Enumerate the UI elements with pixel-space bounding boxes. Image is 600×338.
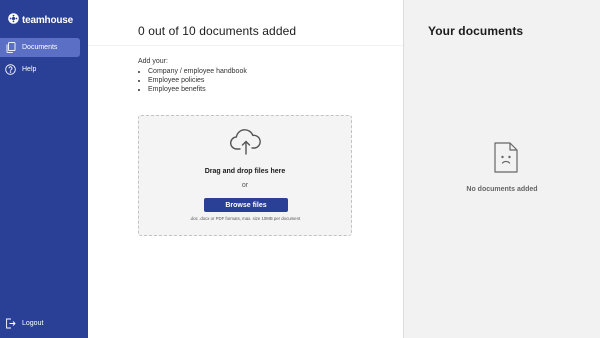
page-title: 0 out of 10 documents added [138, 24, 297, 38]
list-item: Employee benefits [148, 85, 247, 94]
documents-icon [5, 42, 16, 53]
logout-label: Logout [22, 320, 44, 327]
list-item: Employee policies [148, 76, 247, 85]
list-item: Company / employee handbook [148, 67, 247, 76]
sidebar-item-help[interactable]: Help [0, 60, 80, 79]
dropzone-title: Drag and drop files here [204, 168, 286, 175]
file-dropzone[interactable]: Drag and drop files here or Browse files… [138, 115, 352, 236]
document-requirements: Add your: Company / employee handbook Em… [138, 57, 247, 94]
divider [88, 45, 404, 46]
intro-text: Add your: [138, 58, 168, 65]
sidebar-item-documents[interactable]: Documents [0, 38, 80, 57]
main-content: 0 out of 10 documents added Add your: Co… [88, 0, 404, 338]
empty-document-icon [493, 141, 519, 174]
dropzone-or: or [241, 182, 249, 189]
help-icon [5, 64, 16, 75]
logo-text: teamhouse [22, 14, 73, 26]
panel-title: Your documents [428, 24, 524, 38]
logo-icon [8, 11, 19, 29]
logout-icon [5, 318, 16, 329]
logo[interactable]: teamhouse [8, 11, 73, 29]
browse-files-button[interactable]: Browse files [204, 198, 288, 212]
documents-panel: Your documents No documents added [403, 0, 600, 338]
empty-state-text: No documents added [466, 186, 538, 193]
sidebar-item-label: Help [22, 66, 37, 73]
cloud-upload-icon [229, 128, 263, 156]
logout-button[interactable]: Logout [0, 314, 80, 333]
sidebar-item-label: Documents [22, 44, 58, 51]
required-documents-list: Company / employee handbook Employee pol… [138, 67, 247, 94]
file-format-note: .doc .docx or PDF formats, max. size 10M… [189, 216, 301, 221]
sidebar: teamhouse Documents Help Logout [0, 0, 88, 338]
